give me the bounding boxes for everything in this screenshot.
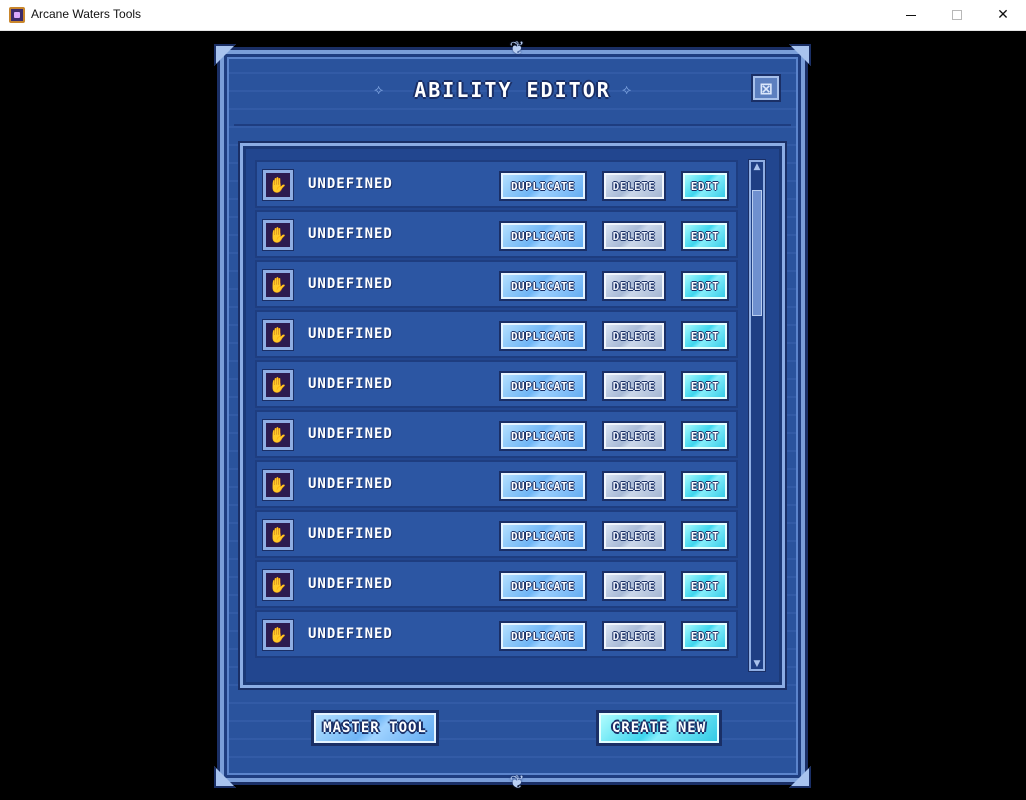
hand-icon: ✋ [262, 469, 294, 501]
ability-row: ✋ UNDEFINED DUPLICATE DELETE EDIT [255, 510, 738, 558]
hand-icon: ✋ [262, 419, 294, 451]
edit-button[interactable]: EDIT [681, 421, 729, 451]
scroll-up-icon[interactable]: ▲ [751, 162, 763, 172]
edit-button[interactable]: EDIT [681, 171, 729, 201]
hand-icon: ✋ [262, 569, 294, 601]
ability-row: ✋ UNDEFINED DUPLICATE DELETE EDIT [255, 360, 738, 408]
hand-icon: ✋ [262, 219, 294, 251]
title-divider [234, 124, 791, 126]
ability-name: UNDEFINED [308, 476, 393, 492]
ability-list: ✋ UNDEFINED DUPLICATE DELETE EDIT ✋ UNDEFINED D… [255, 160, 738, 662]
edit-button[interactable]: EDIT [681, 271, 729, 301]
ability-row: ✋ UNDEFINED DUPLICATE DELETE EDIT [255, 260, 738, 308]
ability-name: UNDEFINED [308, 226, 393, 242]
ability-editor-panel: ❦ ❦ ⟡ ABILITY EDITOR ⟡ ⊠ ✋ UNDEFINED DUPLI… [214, 38, 811, 793]
duplicate-button[interactable]: DUPLICATE [499, 621, 587, 651]
close-icon[interactable]: ✕ [980, 0, 1026, 30]
hand-icon: ✋ [262, 319, 294, 351]
minimize-icon[interactable] [888, 0, 934, 30]
delete-button[interactable]: DELETE [602, 521, 666, 551]
app-icon [9, 7, 25, 23]
edit-button[interactable]: EDIT [681, 321, 729, 351]
ability-row: ✋ UNDEFINED DUPLICATE DELETE EDIT [255, 160, 738, 208]
scroll-thumb[interactable] [752, 190, 762, 316]
duplicate-button[interactable]: DUPLICATE [499, 171, 587, 201]
ability-name: UNDEFINED [308, 176, 393, 192]
delete-button[interactable]: DELETE [602, 571, 666, 601]
corner-ornament-icon [789, 766, 811, 788]
delete-button[interactable]: DELETE [602, 421, 666, 451]
edit-button[interactable]: EDIT [681, 371, 729, 401]
scroll-down-icon[interactable]: ▼ [751, 659, 763, 669]
delete-button[interactable]: DELETE [602, 371, 666, 401]
ability-list-frame: ✋ UNDEFINED DUPLICATE DELETE EDIT ✋ UNDEFINED D… [238, 141, 787, 690]
edit-button[interactable]: EDIT [681, 571, 729, 601]
bottom-ornament-icon: ❦ [509, 772, 525, 793]
master-tool-button[interactable]: MASTER TOOL [311, 710, 439, 746]
ability-row: ✋ UNDEFINED DUPLICATE DELETE EDIT [255, 610, 738, 658]
duplicate-button[interactable]: DUPLICATE [499, 521, 587, 551]
ability-name: UNDEFINED [308, 576, 393, 592]
create-new-button[interactable]: CREATE NEW [596, 710, 722, 746]
hand-icon: ✋ [262, 169, 294, 201]
ability-row: ✋ UNDEFINED DUPLICATE DELETE EDIT [255, 210, 738, 258]
duplicate-button[interactable]: DUPLICATE [499, 271, 587, 301]
hand-icon: ✋ [262, 369, 294, 401]
title-deco-right-icon: ⟡ [622, 82, 632, 98]
delete-button[interactable]: DELETE [602, 621, 666, 651]
delete-button[interactable]: DELETE [602, 171, 666, 201]
scrollbar[interactable]: ▲ ▼ [748, 159, 766, 672]
window-title: Arcane Waters Tools [31, 7, 142, 21]
edit-button[interactable]: EDIT [681, 521, 729, 551]
panel-close-button[interactable]: ⊠ [751, 74, 781, 102]
hand-icon: ✋ [262, 519, 294, 551]
panel-title: ABILITY EDITOR [414, 78, 611, 102]
duplicate-button[interactable]: DUPLICATE [499, 371, 587, 401]
ability-name: UNDEFINED [308, 326, 393, 342]
edit-button[interactable]: EDIT [681, 471, 729, 501]
corner-ornament-icon [214, 766, 236, 788]
ability-row: ✋ UNDEFINED DUPLICATE DELETE EDIT [255, 310, 738, 358]
edit-button[interactable]: EDIT [681, 221, 729, 251]
ability-row: ✋ UNDEFINED DUPLICATE DELETE EDIT [255, 460, 738, 508]
delete-button[interactable]: DELETE [602, 471, 666, 501]
ability-name: UNDEFINED [308, 376, 393, 392]
game-viewport: ❦ ❦ ⟡ ABILITY EDITOR ⟡ ⊠ ✋ UNDEFINED DUPLI… [0, 31, 1026, 800]
hand-icon: ✋ [262, 269, 294, 301]
delete-button[interactable]: DELETE [602, 321, 666, 351]
duplicate-button[interactable]: DUPLICATE [499, 221, 587, 251]
ability-name: UNDEFINED [308, 526, 393, 542]
delete-button[interactable]: DELETE [602, 221, 666, 251]
edit-button[interactable]: EDIT [681, 621, 729, 651]
duplicate-button[interactable]: DUPLICATE [499, 321, 587, 351]
ability-name: UNDEFINED [308, 626, 393, 642]
delete-button[interactable]: DELETE [602, 271, 666, 301]
corner-ornament-icon [214, 44, 236, 66]
maximize-icon[interactable] [934, 0, 980, 30]
top-ornament-icon: ❦ [509, 38, 525, 59]
hand-icon: ✋ [262, 619, 294, 651]
ability-row: ✋ UNDEFINED DUPLICATE DELETE EDIT [255, 410, 738, 458]
ability-name: UNDEFINED [308, 426, 393, 442]
window-titlebar: Arcane Waters Tools ✕ [0, 0, 1026, 31]
duplicate-button[interactable]: DUPLICATE [499, 571, 587, 601]
ability-row: ✋ UNDEFINED DUPLICATE DELETE EDIT [255, 560, 738, 608]
ability-name: UNDEFINED [308, 276, 393, 292]
corner-ornament-icon [789, 44, 811, 66]
duplicate-button[interactable]: DUPLICATE [499, 421, 587, 451]
duplicate-button[interactable]: DUPLICATE [499, 471, 587, 501]
